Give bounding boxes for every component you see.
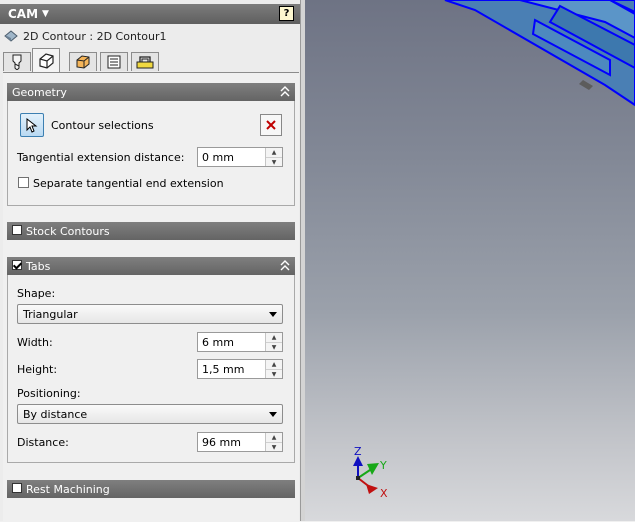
geometry-header-label: Geometry bbox=[12, 86, 67, 99]
separate-extension-label: Separate tangential end extension bbox=[33, 177, 224, 190]
contour-select-button[interactable] bbox=[20, 113, 44, 137]
tab-geometry[interactable] bbox=[32, 48, 60, 73]
shape-label: Shape: bbox=[17, 287, 56, 300]
tabs-header-label: Tabs bbox=[26, 260, 51, 273]
axis-z-label: Z bbox=[354, 445, 362, 458]
heights-icon bbox=[76, 55, 90, 69]
spin-down-icon[interactable]: ▼ bbox=[266, 443, 282, 452]
model-part[interactable] bbox=[444, 0, 635, 107]
stock-contours-section-header[interactable]: Stock Contours bbox=[7, 222, 295, 240]
breadcrumb: 2D Contour : 2D Contour1 bbox=[4, 28, 166, 44]
passes-icon bbox=[107, 55, 121, 69]
spin-down-icon[interactable]: ▼ bbox=[266, 343, 282, 352]
chevron-down-icon[interactable]: ▼ bbox=[42, 9, 49, 19]
spin-up-icon[interactable]: ▲ bbox=[266, 433, 282, 443]
tab-tool[interactable] bbox=[3, 52, 31, 71]
shape-select[interactable]: Triangular bbox=[17, 304, 283, 324]
height-label: Height: bbox=[17, 363, 58, 376]
settings-content: Geometry Contour selections Tangential e… bbox=[3, 72, 299, 522]
rest-machining-checkbox[interactable] bbox=[12, 483, 22, 493]
width-value: 6 mm bbox=[202, 336, 234, 349]
width-label: Width: bbox=[17, 336, 53, 349]
clear-selection-button[interactable] bbox=[260, 114, 282, 136]
close-icon bbox=[266, 120, 276, 130]
panel-title: CAM bbox=[8, 7, 39, 21]
spin-up-icon[interactable]: ▲ bbox=[266, 333, 282, 343]
rest-machining-label: Rest Machining bbox=[26, 483, 110, 496]
tabs-section-header[interactable]: Tabs bbox=[7, 257, 295, 275]
breadcrumb-text: 2D Contour : 2D Contour1 bbox=[23, 29, 167, 43]
cam-title-bar[interactable]: CAM ▼ ? bbox=[0, 4, 300, 24]
axis-x-label: X bbox=[380, 487, 388, 500]
distance-value: 96 mm bbox=[202, 436, 241, 449]
contour-selections-label: Contour selections bbox=[51, 119, 154, 132]
spin-down-icon[interactable]: ▼ bbox=[266, 158, 282, 167]
positioning-label: Positioning: bbox=[17, 387, 81, 400]
spin-up-icon[interactable]: ▲ bbox=[266, 148, 282, 158]
rest-machining-section-header[interactable]: Rest Machining bbox=[7, 480, 295, 498]
spin-down-icon[interactable]: ▼ bbox=[266, 370, 282, 379]
axis-y-label: Y bbox=[379, 459, 387, 472]
tool-icon bbox=[12, 54, 22, 70]
tabs-section-body: Shape: Triangular Width: 6 mm ▲ ▼ Height:… bbox=[7, 275, 295, 463]
axis-triad: Z Y X bbox=[353, 445, 388, 500]
3d-viewport[interactable]: Z Y X bbox=[305, 0, 635, 521]
separate-extension-checkbox[interactable] bbox=[18, 177, 29, 188]
model-view: Z Y X bbox=[353, 0, 635, 500]
cursor-arrow-icon bbox=[26, 117, 38, 133]
help-button[interactable]: ? bbox=[279, 6, 294, 21]
tabs-checkbox[interactable] bbox=[12, 260, 22, 270]
stock-contours-checkbox[interactable] bbox=[12, 225, 22, 235]
linking-icon bbox=[136, 56, 154, 69]
tangential-extension-value: 0 mm bbox=[202, 151, 234, 164]
geometry-section-body: Contour selections Tangential extension … bbox=[7, 101, 295, 206]
tab-linking[interactable] bbox=[131, 52, 159, 71]
collapse-up-icon[interactable] bbox=[280, 260, 290, 271]
distance-stepper[interactable]: 96 mm ▲ ▼ bbox=[197, 432, 283, 452]
cam-panel: CAM ▼ ? 2D Contour : 2D Contour1 Geometr… bbox=[0, 0, 301, 522]
tangential-extension-stepper[interactable]: 0 mm ▲ ▼ bbox=[197, 147, 283, 167]
tab-passes[interactable] bbox=[100, 52, 128, 71]
spin-up-icon[interactable]: ▲ bbox=[266, 360, 282, 370]
dropdown-arrow-icon bbox=[269, 312, 277, 317]
tangential-extension-label: Tangential extension distance: bbox=[17, 151, 185, 164]
contour-operation-icon bbox=[4, 30, 18, 42]
collapse-up-icon[interactable] bbox=[280, 86, 290, 97]
shape-value: Triangular bbox=[23, 308, 78, 321]
width-stepper[interactable]: 6 mm ▲ ▼ bbox=[197, 332, 283, 352]
stock-contours-label: Stock Contours bbox=[26, 225, 110, 238]
dropdown-arrow-icon bbox=[269, 412, 277, 417]
geometry-section-header[interactable]: Geometry bbox=[7, 83, 295, 101]
positioning-select[interactable]: By distance bbox=[17, 404, 283, 424]
positioning-value: By distance bbox=[23, 408, 88, 421]
distance-label: Distance: bbox=[17, 436, 69, 449]
tab-heights[interactable] bbox=[69, 52, 97, 71]
height-stepper[interactable]: 1,5 mm ▲ ▼ bbox=[197, 359, 283, 379]
height-value: 1,5 mm bbox=[202, 363, 245, 376]
geometry-icon bbox=[39, 53, 54, 69]
